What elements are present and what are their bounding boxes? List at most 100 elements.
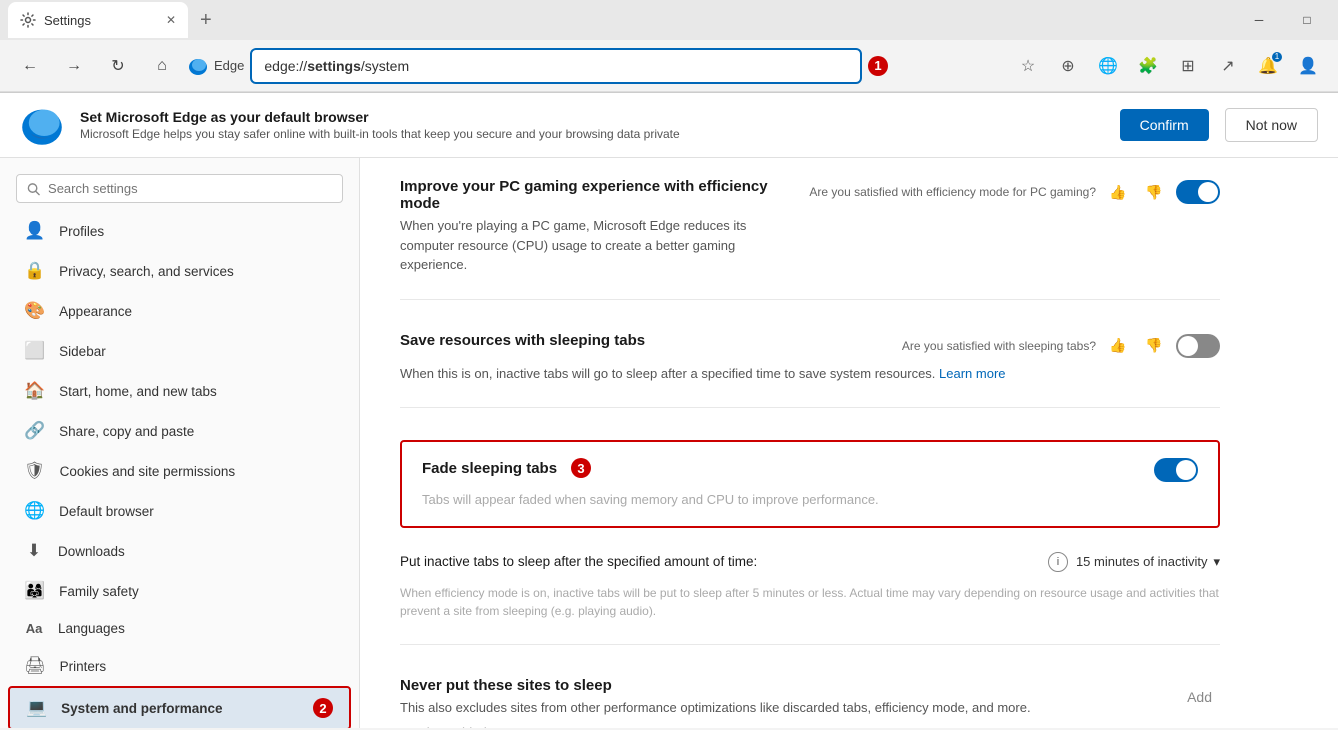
sidebar-item-cookies[interactable]: 🛡 Cookies and site permissions bbox=[0, 451, 359, 491]
forward-button[interactable]: → bbox=[56, 48, 92, 84]
sidebar-item-default-browser[interactable]: 🌐 Default browser bbox=[0, 491, 359, 531]
sleeping-tabs-left: Save resources with sleeping tabs bbox=[400, 332, 886, 353]
sidebar-item-label: Languages bbox=[58, 621, 125, 636]
sidebar-item-label: Cookies and site permissions bbox=[60, 464, 236, 479]
tab-title: Settings bbox=[44, 13, 91, 28]
back-button[interactable]: ← bbox=[12, 48, 48, 84]
search-icon bbox=[27, 182, 40, 196]
fade-sleeping-row: Fade sleeping tabs 3 bbox=[422, 458, 1198, 482]
languages-icon: Aa bbox=[24, 621, 44, 636]
thumbs-down-button[interactable]: 👎 bbox=[1140, 178, 1168, 206]
inactive-tabs-desc: When efficiency mode is on, inactive tab… bbox=[400, 584, 1220, 620]
sleeping-feedback-text: Are you satisfied with sleeping tabs? bbox=[902, 339, 1096, 353]
default-browser-icon: 🌐 bbox=[24, 501, 45, 521]
sidebar-item-share-copy[interactable]: 🔗 Share, copy and paste bbox=[0, 411, 359, 451]
sidebar-item-label: Share, copy and paste bbox=[59, 424, 194, 439]
sidebar-item-appearance[interactable]: 🎨 Appearance bbox=[0, 291, 359, 331]
confirm-button[interactable]: Confirm bbox=[1120, 109, 1209, 141]
sidebar-item-start-home[interactable]: 🏠 Start, home, and new tabs bbox=[0, 371, 359, 411]
profile-button[interactable]: 👤 bbox=[1290, 48, 1326, 84]
fade-sleeping-desc: Tabs will appear faded when saving memor… bbox=[422, 490, 1198, 510]
search-settings-input[interactable] bbox=[48, 181, 332, 196]
sleeping-thumbs-down-button[interactable]: 👎 bbox=[1140, 332, 1168, 360]
refresh-button[interactable]: ↻ bbox=[100, 48, 136, 84]
maximize-button[interactable]: □ bbox=[1284, 4, 1330, 36]
sidebar-item-languages[interactable]: Aa Languages bbox=[0, 611, 359, 646]
notifications-button[interactable]: 🔔1 bbox=[1250, 48, 1286, 84]
nav-bar: ← → ↻ ⌂ Edge edge://settings/system 1 ☆ … bbox=[0, 40, 1338, 92]
gaming-efficiency-toggle-knob bbox=[1198, 182, 1218, 202]
sidebar-item-profiles[interactable]: 👤 Profiles bbox=[0, 211, 359, 251]
fade-sleeping-toggle-knob bbox=[1176, 460, 1196, 480]
nav-icons: ☆ ⊕ 🌐 🧩 ⊞ ↗ 🔔1 👤 bbox=[1010, 48, 1326, 84]
gaming-efficiency-desc: When you're playing a PC game, Microsoft… bbox=[400, 216, 793, 275]
gaming-efficiency-left: Improve your PC gaming experience with e… bbox=[400, 178, 793, 275]
active-tab[interactable]: Settings ✕ bbox=[8, 2, 188, 38]
read-aloud-button[interactable]: ⊕ bbox=[1050, 48, 1086, 84]
sidebar-item-privacy[interactable]: 🔒 Privacy, search, and services bbox=[0, 251, 359, 291]
never-sleep-left: Never put these sites to sleep This also… bbox=[400, 677, 1031, 718]
sidebar-item-label: Appearance bbox=[59, 304, 132, 319]
sidebar-search[interactable] bbox=[16, 174, 343, 203]
edge-label: Edge bbox=[214, 58, 244, 73]
inactive-tabs-row: Put inactive tabs to sleep after the spe… bbox=[400, 544, 1220, 580]
address-bar[interactable]: edge://settings/system bbox=[250, 48, 862, 84]
sleeping-tabs-title: Save resources with sleeping tabs bbox=[400, 332, 886, 349]
main-layout: 👤 Profiles 🔒 Privacy, search, and servic… bbox=[0, 158, 1338, 728]
not-now-button[interactable]: Not now bbox=[1225, 108, 1318, 142]
notification-text: Set Microsoft Edge as your default brows… bbox=[80, 109, 1104, 141]
gaming-feedback-text: Are you satisfied with efficiency mode f… bbox=[809, 185, 1096, 199]
step-3-badge: 3 bbox=[571, 458, 591, 478]
favorites-button[interactable]: ☆ bbox=[1010, 48, 1046, 84]
share-icon: 🔗 bbox=[24, 421, 45, 441]
family-icon: 👨‍👩‍👧 bbox=[24, 581, 45, 601]
inactive-tabs-label: Put inactive tabs to sleep after the spe… bbox=[400, 554, 757, 569]
learn-more-link[interactable]: Learn more bbox=[939, 366, 1005, 381]
share-button[interactable]: ↗ bbox=[1210, 48, 1246, 84]
thumbs-up-button[interactable]: 👍 bbox=[1104, 178, 1132, 206]
address-bar-wrap: Edge edge://settings/system 1 bbox=[188, 48, 888, 84]
sleeping-thumbs-up-button[interactable]: 👍 bbox=[1104, 332, 1132, 360]
sleeping-tabs-desc: When this is on, inactive tabs will go t… bbox=[400, 364, 1220, 384]
new-tab-button[interactable]: + bbox=[192, 5, 220, 36]
privacy-icon: 🔒 bbox=[24, 261, 45, 281]
tab-close-button[interactable]: ✕ bbox=[166, 13, 176, 27]
sidebar-item-downloads[interactable]: ⬇ Downloads bbox=[0, 531, 359, 571]
notification-description: Microsoft Edge helps you stay safer onli… bbox=[80, 127, 1104, 141]
inactive-tabs-section: Put inactive tabs to sleep after the spe… bbox=[400, 544, 1220, 645]
home-button[interactable]: ⌂ bbox=[144, 48, 180, 84]
profiles-icon: 👤 bbox=[24, 221, 45, 241]
no-sites-label: No sites added bbox=[400, 725, 1220, 728]
inactivity-value: 15 minutes of inactivity bbox=[1076, 554, 1208, 569]
gaming-efficiency-row: Improve your PC gaming experience with e… bbox=[400, 178, 1220, 275]
system-icon: 💻 bbox=[26, 698, 47, 718]
inactive-tabs-controls: i 15 minutes of inactivity ▾ bbox=[1048, 552, 1220, 572]
settings-tab-icon bbox=[20, 12, 36, 28]
collections-button[interactable]: ⊞ bbox=[1170, 48, 1206, 84]
content-inner: Improve your PC gaming experience with e… bbox=[360, 158, 1260, 728]
sidebar-item-system[interactable]: 💻 System and performance 2 bbox=[8, 686, 351, 728]
inactivity-dropdown[interactable]: 15 minutes of inactivity ▾ bbox=[1076, 554, 1220, 570]
downloads-icon: ⬇ bbox=[24, 541, 44, 561]
address-text: edge://settings/system bbox=[264, 58, 409, 74]
sleeping-tabs-toggle[interactable] bbox=[1176, 334, 1220, 358]
sidebar-item-label: Privacy, search, and services bbox=[59, 264, 234, 279]
tab-bar: Settings ✕ + ─ □ bbox=[0, 0, 1338, 40]
sleeping-tabs-right: Are you satisfied with sleeping tabs? 👍 … bbox=[902, 332, 1220, 360]
sidebar-item-label: Sidebar bbox=[59, 344, 106, 359]
notification-title: Set Microsoft Edge as your default brows… bbox=[80, 109, 1104, 125]
sidebar-item-label: Family safety bbox=[59, 584, 139, 599]
fade-sleeping-title: Fade sleeping tabs 3 bbox=[422, 458, 1138, 478]
sidebar-item-sidebar[interactable]: ⬜ Sidebar bbox=[0, 331, 359, 371]
info-icon[interactable]: i bbox=[1048, 552, 1068, 572]
extensions-button[interactable]: 🧩 bbox=[1130, 48, 1166, 84]
sidebar-item-printers[interactable]: 🖨 Printers bbox=[0, 646, 359, 686]
translate-button[interactable]: 🌐 bbox=[1090, 48, 1126, 84]
minimize-button[interactable]: ─ bbox=[1236, 4, 1282, 36]
sidebar-item-label: Profiles bbox=[59, 224, 104, 239]
add-site-button[interactable]: Add bbox=[1179, 685, 1220, 709]
sidebar-item-family-safety[interactable]: 👨‍👩‍👧 Family safety bbox=[0, 571, 359, 611]
gaming-efficiency-toggle[interactable] bbox=[1176, 180, 1220, 204]
sidebar: 👤 Profiles 🔒 Privacy, search, and servic… bbox=[0, 158, 360, 728]
fade-sleeping-toggle[interactable] bbox=[1154, 458, 1198, 482]
